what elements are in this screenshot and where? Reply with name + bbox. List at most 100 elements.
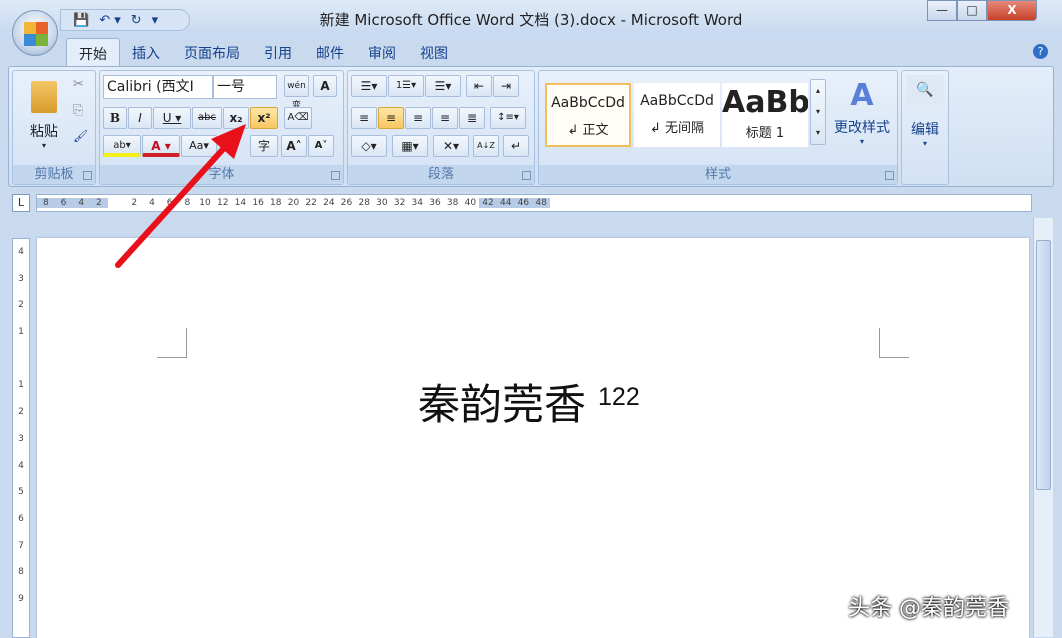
style-heading-1[interactable]: AaBb 标题 1 [722,83,808,147]
tab-selector[interactable]: L [12,194,30,212]
font-size-select[interactable]: 一号 [213,75,277,99]
maximize-button[interactable]: □ [957,0,987,21]
ruler-tick-label: 20 [285,198,303,208]
bold-button[interactable]: B [103,107,127,129]
paragraph-launcher[interactable] [522,171,531,180]
tab-review[interactable]: 审阅 [356,38,408,66]
highlight-button[interactable]: ab▾ [103,135,141,157]
increase-indent-button[interactable]: ⇥ [493,75,519,97]
copy-icon[interactable]: ⎘ [73,103,83,118]
vertical-scrollbar[interactable] [1033,218,1053,637]
align-left-button[interactable]: ≡ [351,107,377,129]
format-painter-icon[interactable]: 🖌 [73,129,88,143]
close-button[interactable]: X [987,0,1037,21]
ruler-tick-label: 30 [373,198,391,208]
ruler-tick-label: 2 [125,198,143,208]
superscript-button[interactable]: x² [250,107,278,129]
paste-icon [31,81,57,113]
bullets-button[interactable]: ☰▾ [351,75,387,97]
style-sample: AaBb [722,85,808,120]
font-name-select[interactable]: Calibri (西文I [103,75,213,99]
strikethrough-button[interactable]: abc [192,107,222,129]
tab-page-layout[interactable]: 页面布局 [172,38,252,66]
show-marks-button[interactable]: ↵ [503,135,529,157]
style-no-spacing[interactable]: AaBbCcDd ↲ 无间隔 [634,83,720,147]
tab-home[interactable]: 开始 [66,38,120,66]
paste-button[interactable]: 粘贴 ▾ [21,77,67,157]
ruler-tick-label: 16 [249,198,267,208]
scrollbar-thumb[interactable] [1036,240,1051,490]
vertical-ruler[interactable]: 4321123456789 [12,238,30,638]
ruler-tick-label: 4 [72,198,90,208]
character-border-button[interactable]: A [313,75,337,97]
ruler-tick-label: 2 [90,198,108,208]
shading-button[interactable]: ◇▾ [351,135,387,157]
ruler-tick-label: 26 [338,198,356,208]
style-normal[interactable]: AaBbCcDd ↲ 正文 [545,83,631,147]
change-styles-icon: A [831,79,893,113]
align-center-button[interactable]: ≡ [378,107,404,129]
editing-button[interactable]: 🔍 编辑 ▾ [906,75,944,148]
font-launcher[interactable] [331,171,340,180]
clipboard-group: 粘贴 ▾ ✂ ⎘ 🖌 剪贴板 [12,70,96,185]
clear-formatting-button[interactable]: A⌫ [284,107,312,129]
grow-font-button[interactable]: A˄ [281,135,307,157]
watermark: 头条 @秦韵莞香 [848,590,1009,622]
tab-insert[interactable]: 插入 [120,38,172,66]
change-case-button[interactable]: Aa▾ [181,135,217,157]
find-icon: 🔍 [906,75,944,105]
tab-mailings[interactable]: 邮件 [304,38,356,66]
font-color-button[interactable]: A ▾ [142,135,180,157]
style-name: 标题 1 [722,122,808,141]
tab-view[interactable]: 视图 [408,38,460,66]
document-text[interactable]: 秦韵莞香122 [418,371,640,432]
line-spacing-button[interactable]: ↕≡▾ [490,107,526,129]
ruler-tick-label: 34 [408,198,426,208]
ruler-tick-label: 10 [196,198,214,208]
office-button[interactable] [12,10,58,56]
styles-group: AaBbCcDd ↲ 正文 AaBbCcDd ↲ 无间隔 AaBb 标题 1 ▴… [538,70,898,185]
tab-references[interactable]: 引用 [252,38,304,66]
enclose-characters-button[interactable]: 字 [250,135,278,157]
subscript-button[interactable]: x₂ [223,107,249,129]
multilevel-list-button[interactable]: ☰▾ [425,75,461,97]
ruler-tick-label: 22 [302,198,320,208]
justify-button[interactable]: ≡ [432,107,458,129]
sort-button[interactable]: A↓Z [473,135,499,157]
asian-layout-button[interactable]: ✕▾ [433,135,469,157]
phonetic-guide-button[interactable]: wén变 [284,75,309,97]
style-name: ↲ 无间隔 [634,117,720,136]
editing-group[interactable]: 🔍 编辑 ▾ [901,70,949,185]
shrink-font-button[interactable]: A˅ [308,135,334,157]
ribbon: 粘贴 ▾ ✂ ⎘ 🖌 剪贴板 Calibri (西文I 一号 wén变 A B … [8,66,1054,187]
underline-button[interactable]: U ▾ [153,107,191,129]
ruler-tick-label: 46 [515,198,533,208]
ruler-tick-label: 38 [444,198,462,208]
document-page[interactable]: 秦韵莞香122 [37,238,1029,638]
ruler-tick-label: 4 [143,198,161,208]
clipboard-launcher[interactable] [83,171,92,180]
ruler-tick-label: 8 [18,559,24,586]
ruler-tick-label: 1 [18,319,24,346]
decrease-indent-button[interactable]: ⇤ [466,75,492,97]
numbering-button[interactable]: 1☰▾ [388,75,424,97]
ruler-tick-label: 6 [18,506,24,533]
styles-launcher[interactable] [885,171,894,180]
borders-button[interactable]: ▦▾ [392,135,428,157]
help-icon[interactable]: ? [1033,44,1048,59]
align-right-button[interactable]: ≡ [405,107,431,129]
ruler-tick-label: 40 [462,198,480,208]
paragraph-group: ☰▾ 1☰▾ ☰▾ ⇤ ⇥ ≡ ≡ ≡ ≡ ≣ ↕≡▾ ◇▾ ▦▾ ✕▾ A↓Z… [347,70,535,185]
distributed-button[interactable]: ≣ [459,107,485,129]
styles-scroll[interactable]: ▴▾▾ [810,79,826,145]
office-logo-icon [24,22,48,46]
change-styles-button[interactable]: A 更改样式 ▾ [831,79,893,146]
window-title: 新建 Microsoft Office Word 文档 (3).docx - M… [0,9,1062,30]
italic-button[interactable]: I [128,107,152,129]
ruler-tick-label: 3 [18,266,24,293]
cut-icon[interactable]: ✂ [73,77,84,92]
style-name: ↲ 正文 [547,119,629,138]
ruler-tick-label: 4 [18,239,24,266]
horizontal-ruler[interactable]: 8642246810121416182022242628303234363840… [36,194,1032,212]
minimize-button[interactable]: — [927,0,957,21]
